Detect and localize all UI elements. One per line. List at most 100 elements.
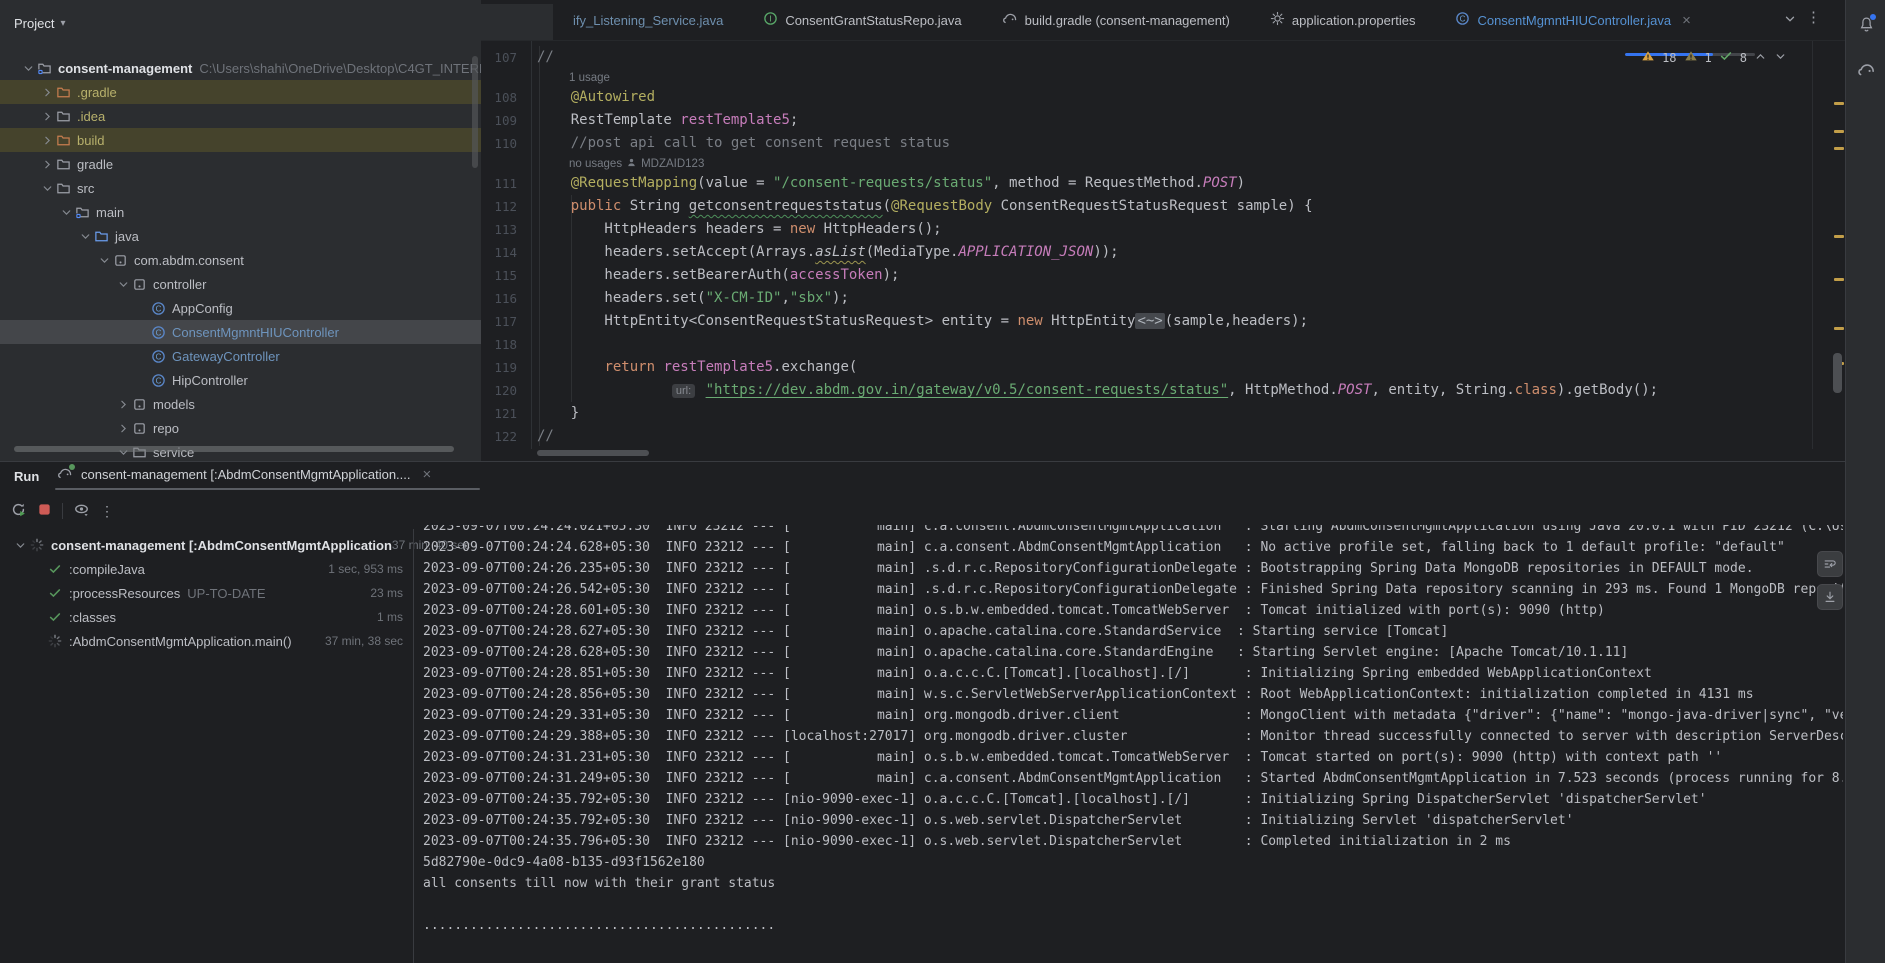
project-tree-item-gradle[interactable]: gradle	[0, 152, 481, 176]
code-editor[interactable]: 107//1 usage108 @Autowired109 RestTempla…	[481, 41, 1845, 461]
warning-stripe-mark[interactable]	[1834, 147, 1844, 150]
next-problem-icon[interactable]	[1774, 50, 1787, 66]
code-token: , method = RequestMethod.	[992, 175, 1203, 191]
console-line: 2023-09-07T00:24:35.792+05:30 INFO 23212…	[423, 789, 1843, 810]
chevron-down-icon: ▾	[60, 18, 65, 29]
chevron-right-icon[interactable]	[39, 86, 55, 99]
project-tree-item-consent-management[interactable]: consent-managementC:\Users\shahi\OneDriv…	[0, 56, 481, 80]
warning-stripe-mark[interactable]	[1834, 130, 1844, 133]
scrolled-tab-remnant	[481, 4, 553, 40]
chevron-down-icon[interactable]	[77, 230, 93, 243]
folded-region-chip: <~>	[1135, 313, 1164, 329]
run-configuration-tab[interactable]: consent-management [:AbdmConsentMgmtAppl…	[57, 466, 431, 482]
run-window-title[interactable]: Run	[14, 469, 39, 484]
editor-vertical-scrollbar[interactable]	[1833, 353, 1842, 393]
code-author-inlay-hint[interactable]: no usages MDZAID123	[569, 155, 704, 172]
notifications-bell-icon[interactable]	[1856, 14, 1876, 34]
project-tree-item-controller[interactable]: controller	[0, 272, 481, 296]
gradle-tool-window-icon[interactable]	[1856, 60, 1876, 80]
editor-horizontal-scrollbar[interactable]	[537, 450, 649, 456]
code-token: @Autowired	[571, 89, 655, 105]
run-item-status: UP-TO-DATE	[187, 586, 265, 601]
code-line-108: @Autowired	[537, 86, 655, 109]
more-options-kebab-icon[interactable]: ⋮	[100, 503, 114, 520]
editor-tab-consentgrantstatusrepo-java[interactable]: IConsentGrantStatusRepo.java	[743, 0, 981, 40]
chevron-right-icon[interactable]	[115, 422, 131, 435]
tree-item-label: GatewayController	[172, 349, 280, 364]
chevron-down-icon[interactable]	[58, 206, 74, 219]
project-tree-item--idea[interactable]: .idea	[0, 104, 481, 128]
tree-item-label: build	[77, 133, 104, 148]
project-tree-item--gradle[interactable]: .gradle	[0, 80, 481, 104]
project-tree-item-com-abdm-consent[interactable]: com.abdm.consent	[0, 248, 481, 272]
tab-options-kebab-icon[interactable]: ⋮	[1806, 8, 1821, 26]
warning-stripe-mark[interactable]	[1834, 327, 1844, 330]
run-tool-window: Run consent-management [:AbdmConsentMgmt…	[0, 461, 1845, 963]
close-icon[interactable]: ×	[423, 467, 432, 482]
project-tree-item-hipcontroller[interactable]: CHipController	[0, 368, 481, 392]
project-tree-item-appconfig[interactable]: CAppConfig	[0, 296, 481, 320]
run-tree-item--classes[interactable]: :classes1 ms	[0, 605, 413, 629]
prev-problem-icon[interactable]	[1754, 50, 1767, 66]
project-tree-item-main[interactable]: main	[0, 200, 481, 224]
project-tree-item-consentmgmnthiucontroller[interactable]: CConsentMgmntHIUController	[0, 320, 481, 344]
project-vertical-scrollbar[interactable]	[472, 56, 478, 168]
chevron-down-icon[interactable]	[96, 254, 112, 267]
code-token: public	[571, 198, 622, 214]
run-tree-item-consent-management-abdmconsentmgmtapplication[interactable]: consent-management [:AbdmConsentMgmtAppl…	[0, 533, 413, 557]
chevron-right-icon[interactable]	[39, 110, 55, 123]
chevron-down-icon[interactable]	[115, 278, 131, 291]
hidden-tabs-chevron-icon[interactable]	[1783, 12, 1797, 29]
weak-warning-count: 1	[1705, 51, 1712, 65]
show-options-eye-icon[interactable]	[73, 501, 90, 521]
svg-text:C: C	[156, 328, 162, 337]
chevron-down-icon[interactable]	[20, 62, 36, 75]
code-token: HttpHeaders headers =	[537, 221, 790, 237]
project-tree-item-models[interactable]: models	[0, 392, 481, 416]
project-horizontal-scrollbar[interactable]	[14, 446, 454, 452]
code-token	[697, 382, 705, 398]
project-tree-item-repo[interactable]: repo	[0, 416, 481, 440]
code-line-115: headers.setBearerAuth(accessToken);	[537, 264, 899, 287]
console-line: 2023-09-07T00:24:31.249+05:30 INFO 23212…	[423, 768, 1843, 789]
chevron-down-icon[interactable]	[12, 539, 28, 552]
warning-stripe-mark[interactable]	[1834, 278, 1844, 281]
chevron-down-icon[interactable]	[39, 182, 55, 195]
code-token	[537, 382, 672, 398]
editor-tab-build-gradle-consent-management-[interactable]: build.gradle (consent-management)	[982, 0, 1250, 40]
project-tree-item-build[interactable]: build	[0, 128, 481, 152]
line-number: 109	[481, 109, 517, 132]
scroll-to-end-icon[interactable]	[1817, 584, 1843, 610]
inlay-text: no usages	[569, 158, 622, 170]
run-tree-item--abdmconsentmgmtapplication-main-[interactable]: :AbdmConsentMgmtApplication.main()37 min…	[0, 629, 413, 653]
project-panel-header[interactable]: Project ▾	[14, 12, 66, 34]
chevron-right-icon[interactable]	[39, 134, 55, 147]
project-tree-item-src[interactable]: src	[0, 176, 481, 200]
editor-area[interactable]: ify_Listening_Service.javaIConsentGrantS…	[481, 0, 1845, 461]
person-icon	[626, 157, 637, 171]
inspections-widget[interactable]: 18 1 8	[1641, 49, 1787, 66]
close-tab-icon[interactable]: ×	[1682, 13, 1691, 28]
run-tree-item--compilejava[interactable]: :compileJava1 sec, 953 ms	[0, 557, 413, 581]
chevron-right-icon[interactable]	[39, 158, 55, 171]
project-tree-item-gatewaycontroller[interactable]: CGatewayController	[0, 344, 481, 368]
soft-wrap-icon[interactable]	[1817, 551, 1843, 577]
warning-stripe-mark[interactable]	[1834, 235, 1844, 238]
author-name: MDZAID123	[641, 158, 704, 170]
stop-button[interactable]	[37, 502, 52, 520]
warning-stripe-mark[interactable]	[1834, 102, 1844, 105]
editor-tab-consentmgmnthiucontroller-java[interactable]: CConsentMgmntHIUController.java×	[1435, 0, 1710, 40]
editor-tab-application-properties[interactable]: application.properties	[1250, 0, 1436, 40]
chevron-right-icon[interactable]	[115, 398, 131, 411]
project-tree-item-java[interactable]: java	[0, 224, 481, 248]
code-token: ));	[1093, 244, 1118, 260]
tree-item-label: AppConfig	[172, 301, 233, 316]
run-tree-item--processresources[interactable]: :processResourcesUP-TO-DATE23 ms	[0, 581, 413, 605]
run-console[interactable]: 2023-09-07T00:24:24.021+05:30 INFO 23212…	[414, 525, 1843, 963]
run-task-tree: consent-management [:AbdmConsentMgmtAppl…	[0, 533, 413, 653]
editor-tab-ify-listening-service-java[interactable]: ify_Listening_Service.java	[553, 0, 743, 40]
usages-inlay-hint[interactable]: 1 usage	[569, 69, 610, 86]
code-token: headers.setBearerAuth(	[537, 267, 790, 283]
rerun-button[interactable]	[10, 501, 27, 521]
run-item-duration: 1 sec, 953 ms	[328, 562, 403, 576]
